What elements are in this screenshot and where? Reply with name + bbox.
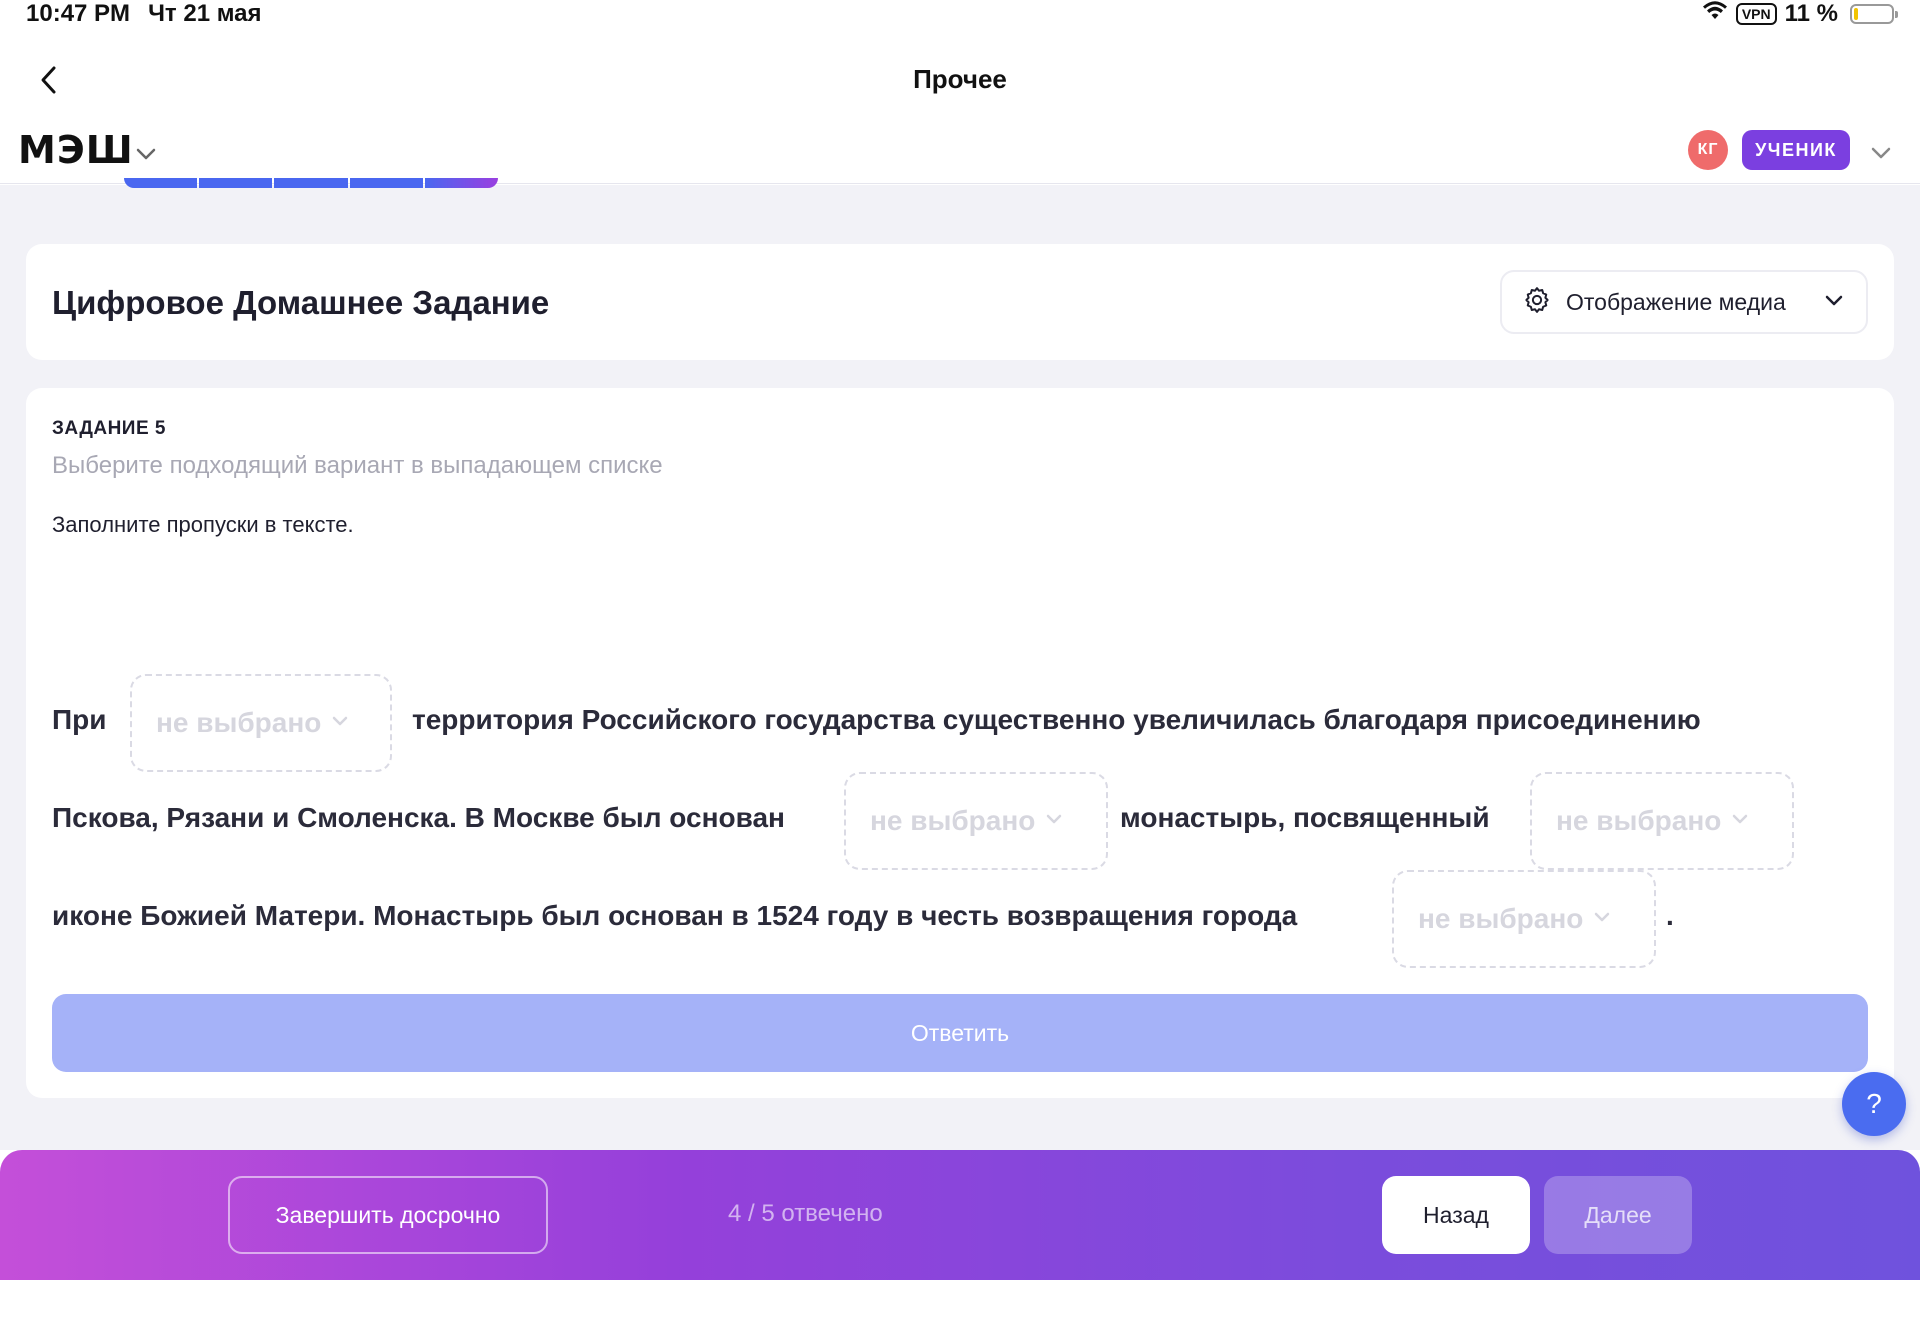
next-button[interactable]: Далее (1544, 1176, 1692, 1254)
task-number: ЗАДАНИЕ 5 (52, 418, 166, 439)
battery-icon (1850, 4, 1898, 24)
avatar[interactable]: КГ (1688, 130, 1728, 170)
answer-dropdown-4[interactable]: не выбрано (1392, 870, 1656, 968)
progress-segment (424, 178, 498, 188)
app-logo[interactable]: МЭШ (18, 128, 134, 172)
back-button[interactable]: Назад (1382, 1176, 1530, 1254)
dropdown-value: не выбрано (1556, 805, 1722, 836)
footer-area (0, 1280, 1920, 1320)
sentence-text: При (52, 704, 107, 735)
chevron-down-icon (329, 710, 351, 737)
gear-icon (1522, 285, 1552, 320)
sentence-text: . (1666, 900, 1674, 931)
battery-percent: 11 % (1784, 0, 1838, 27)
vpn-badge: VPN (1735, 3, 1777, 25)
task-instruction: Заполните пропуски в тексте. (52, 512, 354, 537)
role-badge[interactable]: УЧЕНИК (1742, 130, 1850, 170)
sentence-text: иконе Божией Матери. Монастырь был основ… (52, 900, 1298, 931)
chevron-down-icon[interactable] (132, 140, 160, 168)
homework-title-card: Цифровое Домашнее Задание Отображение ме… (26, 244, 1894, 360)
dropdown-value: не выбрано (156, 707, 322, 738)
sentence-text: Пскова, Рязани и Смоленска. В Москве был… (52, 802, 785, 833)
progress-segment (124, 178, 198, 188)
status-time: 10:47 PM (26, 0, 131, 27)
question-progress-bar (124, 178, 498, 188)
sentence-text: территория Российского государства сущес… (412, 704, 1701, 735)
help-button[interactable]: ? (1842, 1072, 1906, 1136)
task-hint: Выберите подходящий вариант в выпадающем… (52, 452, 663, 479)
wifi-icon (1702, 0, 1728, 28)
chevron-down-icon[interactable] (1866, 138, 1896, 168)
battery-fill (1854, 8, 1858, 20)
answer-dropdown-1[interactable]: не выбрано (130, 674, 392, 772)
dropdown-value: не выбрано (1418, 903, 1584, 934)
chevron-down-icon (1729, 808, 1751, 835)
page-title: Прочее (913, 64, 1007, 94)
answer-button[interactable]: Ответить (52, 994, 1868, 1072)
progress-segment (349, 178, 423, 188)
bottom-action-bar: Завершить досрочно 4 / 5 отвечено Назад … (0, 1150, 1920, 1280)
progress-segment (199, 178, 273, 188)
status-bar: 10:47 PM Чт 21 мая VPN 11 % (0, 0, 1920, 28)
media-display-label: Отображение медиа (1566, 288, 1786, 315)
chevron-down-icon (1591, 906, 1613, 933)
app-header: МЭШ КГ УЧЕНИК (0, 122, 1920, 184)
chevron-down-icon (1822, 288, 1846, 317)
navigation-bar: Прочее (0, 28, 1920, 132)
answered-count: 4 / 5 отвечено (728, 1200, 883, 1227)
finish-early-button[interactable]: Завершить досрочно (228, 1176, 548, 1254)
dropdown-value: не выбрано (870, 805, 1036, 836)
chevron-down-icon (1043, 808, 1065, 835)
media-display-button[interactable]: Отображение медиа (1500, 270, 1868, 334)
task-card: ЗАДАНИЕ 5 Выберите подходящий вариант в … (26, 388, 1894, 1098)
status-date: Чт 21 мая (148, 0, 262, 27)
homework-title: Цифровое Домашнее Задание (52, 284, 550, 321)
answer-dropdown-2[interactable]: не выбрано (844, 772, 1108, 870)
sentence-text: монастырь, посвященный (1120, 802, 1490, 833)
answer-dropdown-3[interactable]: не выбрано (1530, 772, 1794, 870)
progress-segment (274, 178, 348, 188)
